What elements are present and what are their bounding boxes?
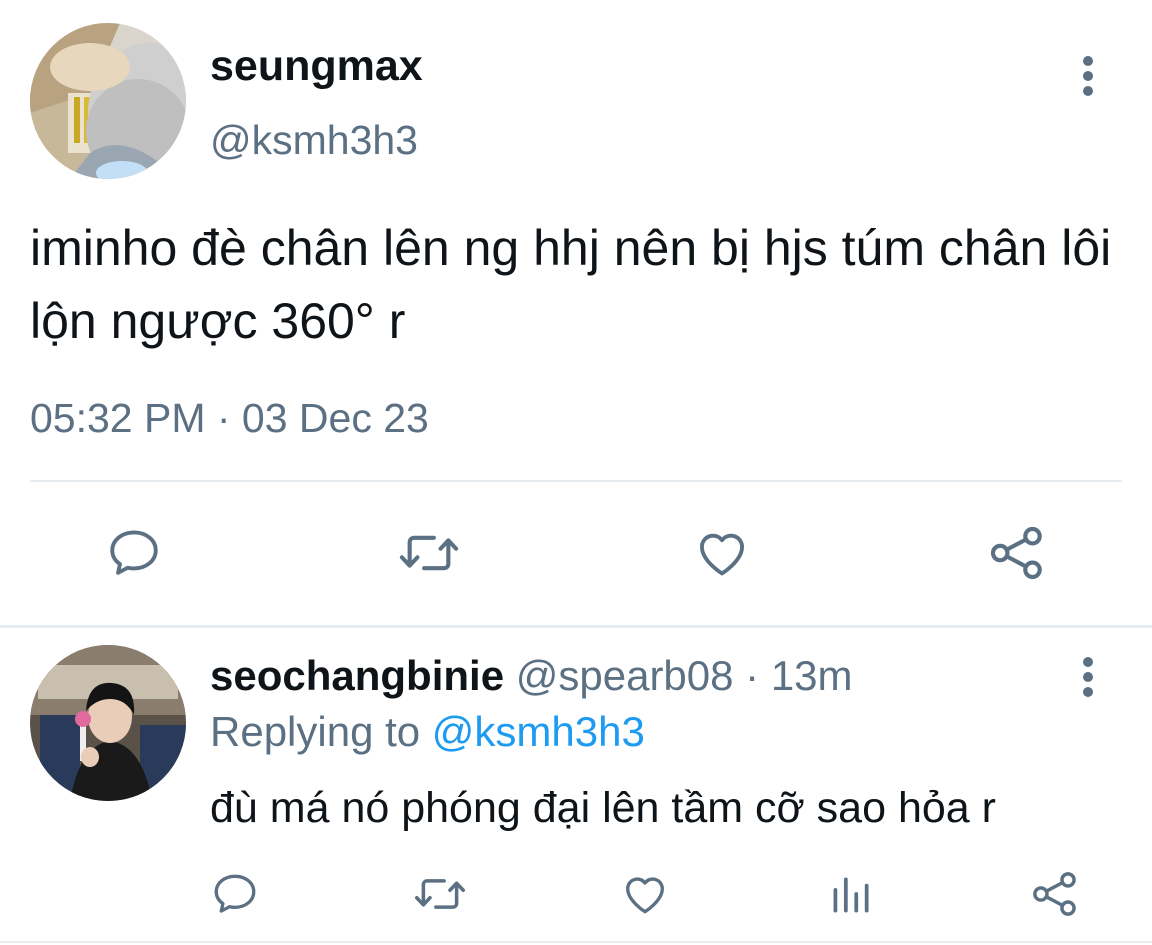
divider bbox=[0, 625, 1152, 628]
reply-icon bbox=[214, 874, 256, 913]
like-icon bbox=[626, 877, 664, 914]
avatar-image bbox=[30, 23, 186, 179]
replying-to-line: Replying to @ksmh3h3 bbox=[210, 706, 645, 758]
like-icon bbox=[700, 533, 744, 576]
more-options-icon[interactable] bbox=[1072, 53, 1104, 99]
retweet-button[interactable] bbox=[397, 521, 461, 585]
share-button[interactable] bbox=[985, 521, 1049, 585]
reply-reply-button[interactable] bbox=[207, 866, 263, 922]
reply-button[interactable] bbox=[102, 521, 166, 585]
avatar-image bbox=[30, 645, 186, 801]
reply-author-meta[interactable]: @spearb08 · 13m bbox=[504, 652, 853, 699]
reply-icon bbox=[110, 530, 158, 575]
reply-text: đù má nó phóng đại lên tầm cỡ sao hỏa r bbox=[210, 784, 996, 832]
reply-retweet-button[interactable] bbox=[412, 866, 468, 922]
divider bbox=[30, 480, 1122, 482]
retweet-icon bbox=[399, 535, 459, 571]
replying-to-label: Replying to bbox=[210, 708, 432, 755]
author-handle[interactable]: @ksmh3h3 bbox=[210, 115, 418, 165]
more-options-icon[interactable] bbox=[1072, 654, 1104, 700]
reply-author-display-name[interactable]: seochangbinie bbox=[210, 652, 504, 699]
tweet-text: iminho đè chân lên ng hhj nên bị hjs túm… bbox=[30, 220, 1112, 349]
avatar-seochangbinie[interactable] bbox=[30, 645, 186, 801]
divider bbox=[0, 941, 1152, 943]
analytics-icon bbox=[833, 877, 869, 913]
retweet-icon bbox=[414, 879, 466, 909]
share-icon bbox=[990, 526, 1042, 580]
replying-to-mention[interactable]: @ksmh3h3 bbox=[432, 708, 645, 755]
tweet-timestamp[interactable]: 05:32 PM · 03 Dec 23 bbox=[30, 390, 429, 446]
avatar-seungmax[interactable] bbox=[30, 23, 186, 179]
reply-share-button[interactable] bbox=[1027, 866, 1083, 922]
reply-header: seochangbinie @spearb08 · 13m bbox=[210, 650, 853, 702]
like-button[interactable] bbox=[690, 521, 754, 585]
reply-analytics-button[interactable] bbox=[822, 866, 878, 922]
author-display-name[interactable]: seungmax bbox=[210, 40, 423, 92]
reply-like-button[interactable] bbox=[617, 866, 673, 922]
share-icon bbox=[1033, 872, 1076, 916]
